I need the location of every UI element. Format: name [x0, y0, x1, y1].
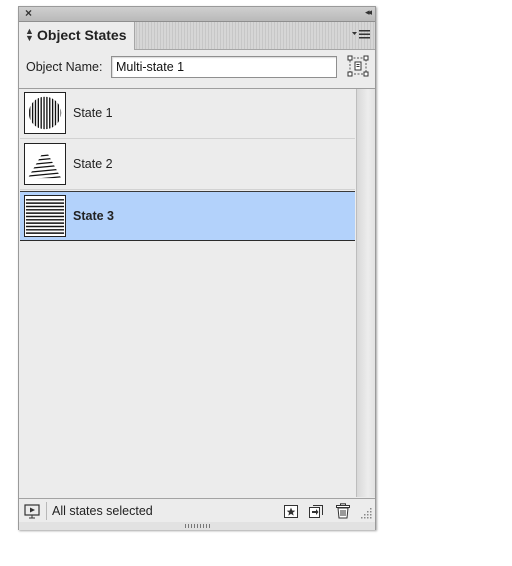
panel-tab-row: ▲ ▼ Object States [19, 22, 375, 50]
new-state-icon[interactable] [283, 503, 299, 519]
trash-icon[interactable] [335, 503, 351, 519]
status-text: All states selected [52, 504, 153, 518]
list-scrollbar[interactable] [356, 89, 375, 497]
resize-grip-icon[interactable] [361, 507, 373, 519]
copy-to-state-icon[interactable] [308, 503, 324, 519]
panel-titlebar: × ◂◂ [19, 6, 375, 22]
object-name-label: Object Name: [26, 60, 103, 74]
state-2-thumbnail [24, 143, 66, 185]
grip-dots [185, 524, 211, 528]
state-3-thumbnail [24, 195, 66, 237]
state-row-selected[interactable]: State 3 [20, 191, 355, 241]
tab-object-states[interactable]: ▲ ▼ Object States [19, 22, 135, 50]
collapse-panel-icon[interactable]: ◂◂ [365, 7, 372, 18]
tab-title: Object States [37, 27, 127, 43]
panel-menu-icon[interactable] [351, 27, 371, 43]
state-label: State 3 [73, 209, 114, 223]
object-states-panel: × ◂◂ ▲ ▼ Object States Object Name: Mult… [18, 6, 376, 530]
states-list: State 1 State 2 State 3 [20, 89, 355, 497]
preview-icon[interactable] [23, 503, 43, 519]
state-row[interactable]: State 2 [20, 140, 355, 190]
state-label: State 1 [73, 106, 113, 120]
panel-footer: All states selected [19, 498, 375, 523]
footer-divider [46, 502, 47, 520]
close-panel-icon[interactable]: × [25, 6, 32, 20]
panel-resize-bar[interactable] [19, 522, 375, 530]
state-1-thumbnail [24, 92, 66, 134]
state-label: State 2 [73, 157, 113, 171]
state-row[interactable]: State 1 [20, 89, 355, 139]
convert-selection-icon[interactable] [347, 55, 369, 77]
updown-arrows-icon[interactable]: ▲ ▼ [25, 27, 34, 43]
object-name-row: Object Name: [19, 50, 375, 89]
object-name-field[interactable] [111, 56, 337, 78]
